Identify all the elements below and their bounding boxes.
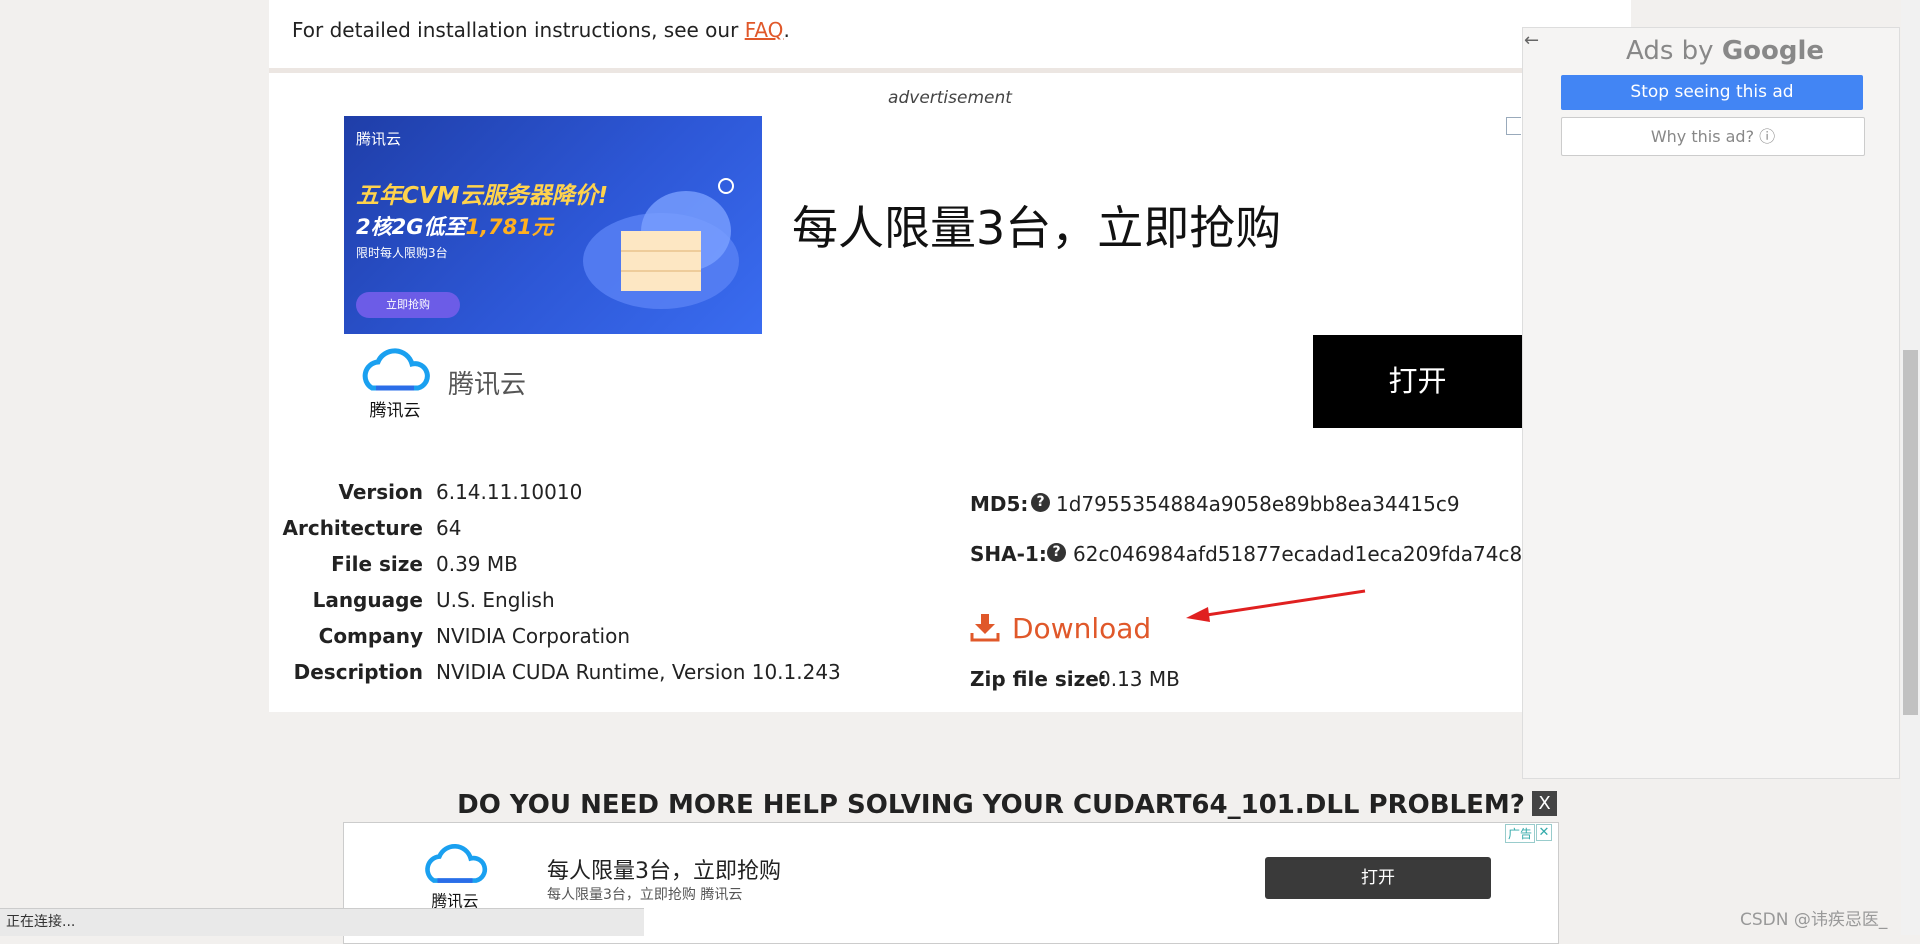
- cloud-server-illustration-icon: [583, 178, 739, 309]
- company-label: Company: [318, 624, 423, 648]
- zip-size-value: 0.13 MB: [1098, 667, 1180, 691]
- ad-headline[interactable]: 每人限量3台，立即抢购: [792, 192, 1281, 258]
- csdn-watermark: CSDN @讳疾忌医_: [1740, 910, 1888, 930]
- stop-seeing-ad-button[interactable]: Stop seeing this ad: [1561, 75, 1863, 110]
- ad-advertiser-name[interactable]: 腾讯云: [448, 364, 526, 401]
- description-value: NVIDIA CUDA Runtime, Version 10.1.243: [436, 660, 841, 684]
- version-label: Version: [338, 480, 423, 504]
- version-value: 6.14.11.10010: [436, 480, 583, 504]
- section-divider: [269, 68, 1631, 73]
- ad-banner-button[interactable]: 立即抢购: [356, 292, 460, 318]
- zip-size-label: Zip file size:: [970, 667, 1107, 691]
- ad-banner-price: 1,781元: [465, 215, 553, 239]
- tencent-logo-text: 腾讯云: [370, 401, 421, 420]
- google-wordmark: Google: [1721, 36, 1825, 66]
- faq-note: For detailed installation instructions, …: [292, 18, 790, 42]
- sha1-value: 62c046984afd51877ecadad1eca209fda74c8cb1: [1073, 542, 1559, 566]
- ad-close-icon[interactable]: ✕: [1536, 824, 1552, 841]
- tencent-cloud-logo-icon: 腾讯云: [362, 348, 430, 420]
- adchoices-icon[interactable]: [1506, 117, 1521, 135]
- ad-banner-sub-prefix: 2核2G低至: [356, 215, 466, 239]
- file-size-value: 0.39 MB: [436, 552, 518, 576]
- back-arrow-icon[interactable]: ←: [1524, 30, 1539, 51]
- bottom-ad-headline[interactable]: 每人限量3台，立即抢购: [547, 853, 781, 885]
- why-this-ad-button[interactable]: Why this ad? ⓘ: [1561, 117, 1865, 156]
- bottom-ad-open-button[interactable]: 打开: [1265, 857, 1491, 899]
- ad-banner-subline: 2核2G低至1,781元: [356, 211, 553, 241]
- red-arrow-annotation-icon: [1186, 589, 1366, 622]
- scrollbar-thumb[interactable]: [1903, 350, 1918, 715]
- company-value: NVIDIA Corporation: [436, 624, 631, 648]
- ads-by-google: Ads by Google: [1626, 36, 1824, 66]
- help-heading: DO YOU NEED MORE HELP SOLVING YOUR CUDAR…: [457, 790, 1525, 820]
- faq-period: .: [783, 18, 790, 42]
- ads-by-text: Ads by: [1626, 36, 1722, 66]
- ad-banner-logo: 腾讯云: [356, 130, 402, 148]
- sha1-label: SHA-1:: [970, 542, 1047, 566]
- architecture-label: Architecture: [282, 516, 424, 540]
- close-ad-button[interactable]: X: [1532, 791, 1557, 816]
- bottom-ad-subtext: 每人限量3台，立即抢购 腾讯云: [547, 887, 743, 903]
- language-label: Language: [312, 588, 423, 612]
- faq-link[interactable]: FAQ: [745, 18, 784, 42]
- download-icon[interactable]: [970, 612, 1000, 642]
- ad-banner-image[interactable]: 腾讯云 五年CVM云服务器降价! 2核2G低至1,781元 限时每人限购3台 立…: [344, 116, 762, 334]
- ad-marker-label: 广告: [1505, 824, 1536, 843]
- browser-status-bar: 正在连接...: [0, 908, 644, 936]
- ad-banner-note: 限时每人限购3台: [356, 246, 448, 260]
- sha1-help-icon[interactable]: ?: [1047, 543, 1066, 562]
- language-value: U.S. English: [436, 588, 555, 612]
- faq-text: For detailed installation instructions, …: [292, 18, 745, 42]
- architecture-value: 64: [436, 516, 462, 540]
- md5-label: MD5:: [970, 492, 1029, 516]
- download-link[interactable]: Download: [1012, 612, 1151, 645]
- bottom-ad-tencent-logo-icon: 腾讯云: [425, 843, 488, 910]
- file-size-label: File size: [331, 552, 423, 576]
- description-label: Description: [293, 660, 423, 684]
- ad-open-button[interactable]: 打开: [1313, 335, 1522, 428]
- md5-help-icon[interactable]: ?: [1031, 493, 1050, 512]
- md5-value: 1d7955354884a9058e89bb8ea34415c9: [1056, 492, 1460, 516]
